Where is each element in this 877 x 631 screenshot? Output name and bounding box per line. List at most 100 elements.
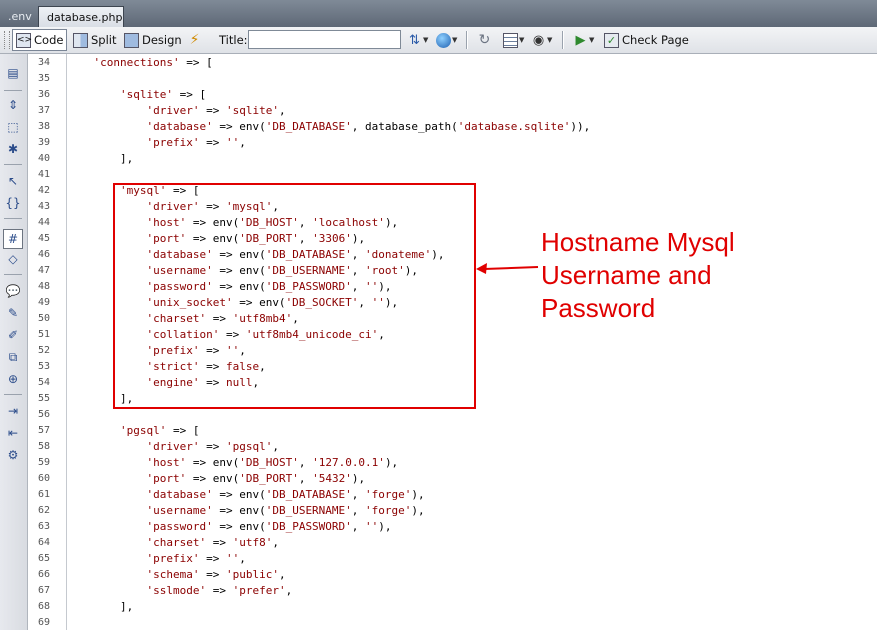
- code-line[interactable]: ],: [67, 151, 133, 167]
- line-number: 48: [37, 281, 50, 292]
- line-number: 65: [37, 553, 50, 564]
- select-parent-tag-icon[interactable]: ↖: [4, 172, 22, 190]
- design-view-icon: [124, 32, 139, 48]
- code-line[interactable]: 'sslmode' => 'prefer',: [67, 583, 292, 599]
- line-number: 42: [37, 185, 50, 196]
- line-number: 62: [37, 505, 50, 516]
- line-number: 63: [37, 521, 50, 532]
- line-number: 69: [37, 617, 50, 628]
- code-line[interactable]: 'pgsql' => [: [67, 423, 199, 439]
- line-number: 45: [37, 233, 50, 244]
- code-line[interactable]: 'database' => env('DB_DATABASE', 'forge'…: [67, 487, 424, 503]
- code-line[interactable]: 'schema' => 'public',: [67, 567, 285, 583]
- code-line[interactable]: 'username' => env('DB_USERNAME', 'forge'…: [67, 503, 424, 519]
- format-source-code-icon[interactable]: ⚙: [4, 446, 22, 464]
- refresh-icon: ↻: [478, 31, 491, 48]
- tab-database-php[interactable]: database.php: [38, 6, 124, 27]
- code-line[interactable]: 'driver' => 'pgsql',: [67, 439, 278, 455]
- line-number: 46: [37, 249, 50, 260]
- line-number: 41: [37, 169, 50, 180]
- visual-aids-button[interactable]: ◉ ▼: [528, 29, 555, 51]
- line-number: 60: [37, 473, 50, 484]
- line-number: 58: [37, 441, 50, 452]
- line-number: 56: [37, 409, 50, 420]
- globe-icon: [436, 32, 451, 48]
- toolbar-divider: [4, 90, 22, 91]
- code-line[interactable]: 'sqlite' => [: [67, 87, 206, 103]
- line-number: 51: [37, 329, 50, 340]
- move-css-icon[interactable]: ⊕: [4, 370, 22, 388]
- line-number: 44: [37, 217, 50, 228]
- line-number: 66: [37, 569, 50, 580]
- code-line[interactable]: 'connections' => [: [67, 55, 213, 71]
- toolbar-separator: [562, 31, 564, 49]
- split-view-button[interactable]: Split: [70, 29, 120, 51]
- line-number: 55: [37, 393, 50, 404]
- refresh-button[interactable]: ↻: [474, 29, 495, 51]
- line-numbers-icon[interactable]: #: [3, 229, 23, 249]
- line-number: 53: [37, 361, 50, 372]
- line-number: 34: [37, 57, 50, 68]
- validate-markup-button[interactable]: ▶ ▼: [570, 29, 597, 51]
- line-number: 35: [37, 73, 50, 84]
- file-management-button[interactable]: ⇅ ▼: [404, 29, 431, 51]
- code-line[interactable]: 'prefix' => '',: [67, 551, 245, 567]
- code-line[interactable]: 'database' => env('DB_DATABASE', databas…: [67, 119, 590, 135]
- remove-comment-icon[interactable]: ✎: [4, 304, 22, 322]
- collapse-full-tag-icon[interactable]: ⇕: [4, 96, 22, 114]
- open-documents-icon[interactable]: ▤: [4, 64, 22, 82]
- chevron-down-icon: ▼: [452, 36, 458, 44]
- annotation-arrow: [476, 263, 539, 274]
- code-line[interactable]: 'port' => env('DB_PORT', '5432'),: [67, 471, 365, 487]
- tab-env[interactable]: .env: [0, 6, 38, 27]
- expand-all-icon[interactable]: ✱: [4, 140, 22, 158]
- design-view-label: Design: [142, 33, 182, 47]
- title-input[interactable]: [248, 30, 401, 49]
- toolbar-divider: [4, 274, 22, 275]
- chevron-down-icon: ▼: [423, 36, 429, 44]
- code-line[interactable]: 'password' => env('DB_PASSWORD', ''),: [67, 519, 391, 535]
- balance-braces-icon[interactable]: {}: [4, 194, 22, 212]
- apply-comment-icon[interactable]: 💬: [4, 282, 22, 300]
- check-page-button[interactable]: ✓ Check Page: [601, 29, 692, 51]
- annotation-line: Password: [541, 293, 656, 323]
- code-view-button[interactable]: <> Code: [12, 29, 68, 51]
- preview-in-browser-button[interactable]: ▼: [433, 29, 460, 51]
- up-down-arrows-icon: ⇅: [409, 32, 420, 48]
- split-view-icon: [73, 32, 88, 48]
- toolbar-divider: [4, 164, 22, 165]
- design-view-button[interactable]: Design: [121, 29, 185, 51]
- line-number: 52: [37, 345, 50, 356]
- line-number: 49: [37, 297, 50, 308]
- document-tab-bar: .env database.php: [0, 0, 877, 27]
- split-view-label: Split: [91, 33, 117, 47]
- code-line[interactable]: ],: [67, 599, 133, 615]
- validate-play-icon: ▶: [575, 32, 586, 48]
- check-page-label: Check Page: [622, 33, 689, 47]
- code-line[interactable]: 'host' => env('DB_HOST', '127.0.0.1'),: [67, 455, 398, 471]
- line-number: 59: [37, 457, 50, 468]
- lightning-icon: ⚡: [189, 31, 200, 48]
- chevron-down-icon: ▼: [589, 36, 595, 44]
- line-number: 39: [37, 137, 50, 148]
- toolbar-grip[interactable]: [4, 31, 10, 49]
- outdent-code-icon[interactable]: ⇤: [4, 424, 22, 442]
- line-number: 61: [37, 489, 50, 500]
- wrap-tag-icon[interactable]: ✐: [4, 326, 22, 344]
- indent-code-icon[interactable]: ⇥: [4, 402, 22, 420]
- recent-snippets-icon[interactable]: ⧉: [4, 348, 22, 366]
- highlight-invalid-code-icon[interactable]: ◇: [4, 250, 22, 268]
- code-line[interactable]: 'prefix' => '',: [67, 135, 245, 151]
- code-line[interactable]: 'charset' => 'utf8',: [67, 535, 278, 551]
- collapse-selection-icon[interactable]: ⬚: [4, 118, 22, 136]
- line-number: 37: [37, 105, 50, 116]
- view-options-button[interactable]: ▼: [500, 29, 527, 51]
- code-line[interactable]: 'driver' => 'sqlite',: [67, 103, 285, 119]
- line-number: 67: [37, 585, 50, 596]
- line-number: 64: [37, 537, 50, 548]
- live-view-button[interactable]: ⚡: [184, 29, 205, 51]
- annotation-text: Hostname Mysql Username and Password: [541, 226, 735, 325]
- line-number: 47: [37, 265, 50, 276]
- annotation-line: Hostname Mysql: [541, 227, 735, 257]
- toolbar-divider: [4, 394, 22, 395]
